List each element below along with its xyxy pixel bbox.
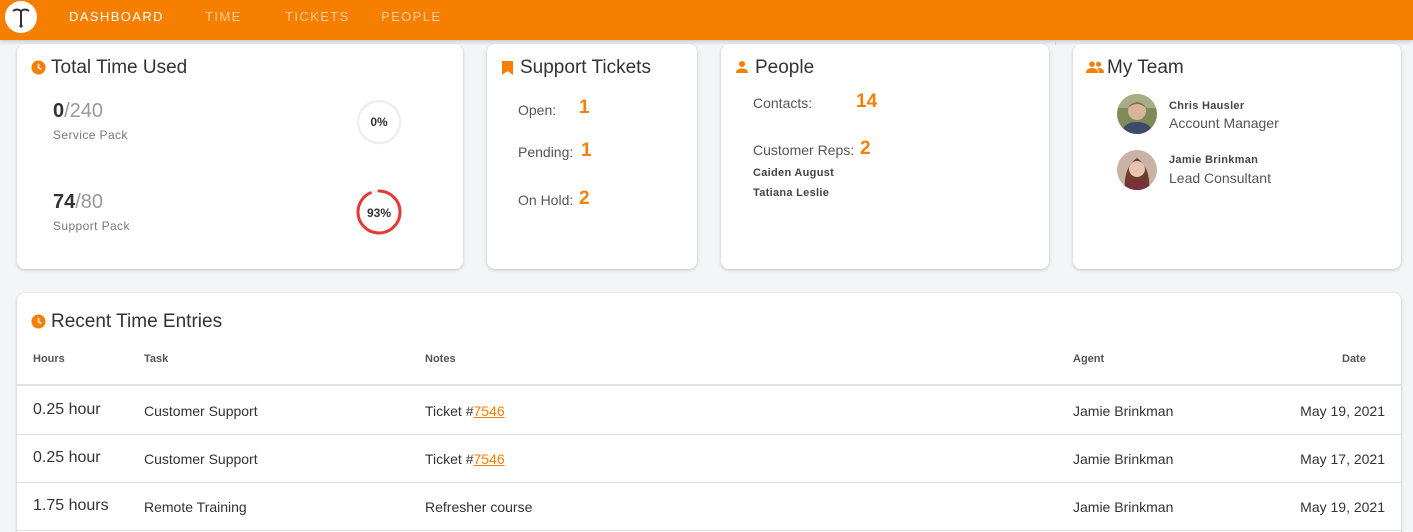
entry-notes: Ticket #7546 bbox=[425, 403, 505, 419]
support-pack-hours: 74/80 bbox=[53, 191, 104, 213]
nav-tickets[interactable]: TICKETS bbox=[285, 0, 350, 34]
logo-icon bbox=[6, 2, 36, 32]
entry-date: May 19, 2021 bbox=[1300, 403, 1385, 419]
on-hold-label: On Hold: bbox=[518, 192, 574, 208]
support-tickets-card: Support Tickets Open: 1 Pending: 1 On Ho… bbox=[487, 44, 697, 269]
team-member-photo bbox=[1117, 94, 1157, 134]
entry-task: Customer Support bbox=[144, 403, 258, 419]
entry-agent: Jamie Brinkman bbox=[1073, 451, 1174, 467]
customer-reps-label: Customer Reps: bbox=[753, 142, 855, 158]
entry-hours: 1.75 hours bbox=[33, 497, 109, 514]
service-pack-percent: 0% bbox=[370, 115, 388, 129]
clock-icon bbox=[31, 60, 46, 75]
customer-rep-name[interactable]: Caiden August bbox=[753, 167, 834, 179]
nav-dashboard[interactable]: DASHBOARD bbox=[69, 0, 164, 34]
service-pack-hours: 0/240 bbox=[53, 100, 104, 122]
nav-people[interactable]: PEOPLE bbox=[381, 0, 441, 34]
ticket-link[interactable]: 7546 bbox=[474, 403, 505, 419]
pending-count[interactable]: 1 bbox=[581, 140, 592, 162]
entry-agent: Jamie Brinkman bbox=[1073, 403, 1174, 419]
entry-task: Remote Training bbox=[144, 499, 247, 515]
avatar[interactable] bbox=[1117, 94, 1157, 134]
column-header-hours[interactable]: Hours bbox=[33, 353, 65, 365]
people-card: People Contacts: 14 Customer Reps: 2 Cai… bbox=[721, 44, 1049, 269]
person-icon bbox=[736, 61, 748, 73]
service-pack-label: Service Pack bbox=[53, 128, 128, 142]
customer-reps-count[interactable]: 2 bbox=[860, 138, 871, 160]
time-used-title: Total Time Used bbox=[51, 57, 188, 78]
column-header-agent[interactable]: Agent bbox=[1073, 353, 1104, 365]
table-header-divider bbox=[17, 384, 1401, 386]
group-icon bbox=[1086, 61, 1104, 73]
entry-hours: 0.25 hour bbox=[33, 449, 101, 466]
support-pack-label: Support Pack bbox=[53, 219, 130, 233]
support-tickets-title: Support Tickets bbox=[520, 57, 651, 78]
entry-task: Customer Support bbox=[144, 451, 258, 467]
open-label: Open: bbox=[518, 102, 557, 118]
team-member-role: Account Manager bbox=[1169, 115, 1279, 131]
time-used-card: Total Time Used 0/240 Service Pack 0% 74… bbox=[17, 44, 463, 269]
on-hold-count[interactable]: 2 bbox=[579, 188, 590, 210]
team-member-name[interactable]: Chris Hausler bbox=[1169, 100, 1244, 112]
contacts-count[interactable]: 14 bbox=[856, 91, 877, 113]
ticket-link[interactable]: 7546 bbox=[474, 451, 505, 467]
column-header-notes[interactable]: Notes bbox=[425, 353, 456, 365]
avatar[interactable] bbox=[1117, 150, 1157, 190]
entry-hours: 0.25 hour bbox=[33, 401, 101, 418]
recent-time-entries-title: Recent Time Entries bbox=[51, 311, 223, 332]
table-row[interactable]: 1.75 hours Remote Training Refresher cou… bbox=[17, 483, 1401, 531]
clock-icon bbox=[31, 314, 46, 329]
customer-rep-name[interactable]: Tatiana Leslie bbox=[753, 187, 829, 199]
bookmark-icon bbox=[502, 61, 513, 75]
entry-notes: Ticket #7546 bbox=[425, 451, 505, 467]
team-member-name[interactable]: Jamie Brinkman bbox=[1169, 154, 1258, 166]
entry-date: May 19, 2021 bbox=[1300, 499, 1385, 515]
team-member-photo bbox=[1117, 150, 1157, 190]
pending-label: Pending: bbox=[518, 144, 574, 160]
table-row[interactable]: 0.25 hour Customer Support Ticket #7546 … bbox=[17, 387, 1401, 435]
open-count[interactable]: 1 bbox=[579, 97, 590, 119]
team-member-role: Lead Consultant bbox=[1169, 170, 1271, 186]
entry-date: May 17, 2021 bbox=[1300, 451, 1385, 467]
support-pack-percent: 93% bbox=[366, 206, 392, 220]
entry-notes: Refresher course bbox=[425, 499, 533, 515]
column-header-date[interactable]: Date bbox=[1342, 353, 1366, 365]
my-team-title: My Team bbox=[1107, 57, 1184, 78]
divider bbox=[1055, 40, 1056, 45]
contacts-label: Contacts: bbox=[753, 95, 813, 111]
table-row[interactable]: 0.25 hour Customer Support Ticket #7546 … bbox=[17, 435, 1401, 483]
column-header-task[interactable]: Task bbox=[144, 353, 168, 365]
top-nav-bar: DASHBOARD TIME TICKETS PEOPLE bbox=[0, 0, 1413, 40]
entry-agent: Jamie Brinkman bbox=[1073, 499, 1174, 515]
people-title: People bbox=[755, 57, 815, 78]
my-team-card: My Team Chris Hausler Account Manager Ja… bbox=[1073, 44, 1401, 269]
app-logo[interactable] bbox=[5, 1, 37, 33]
nav-time[interactable]: TIME bbox=[205, 0, 242, 34]
